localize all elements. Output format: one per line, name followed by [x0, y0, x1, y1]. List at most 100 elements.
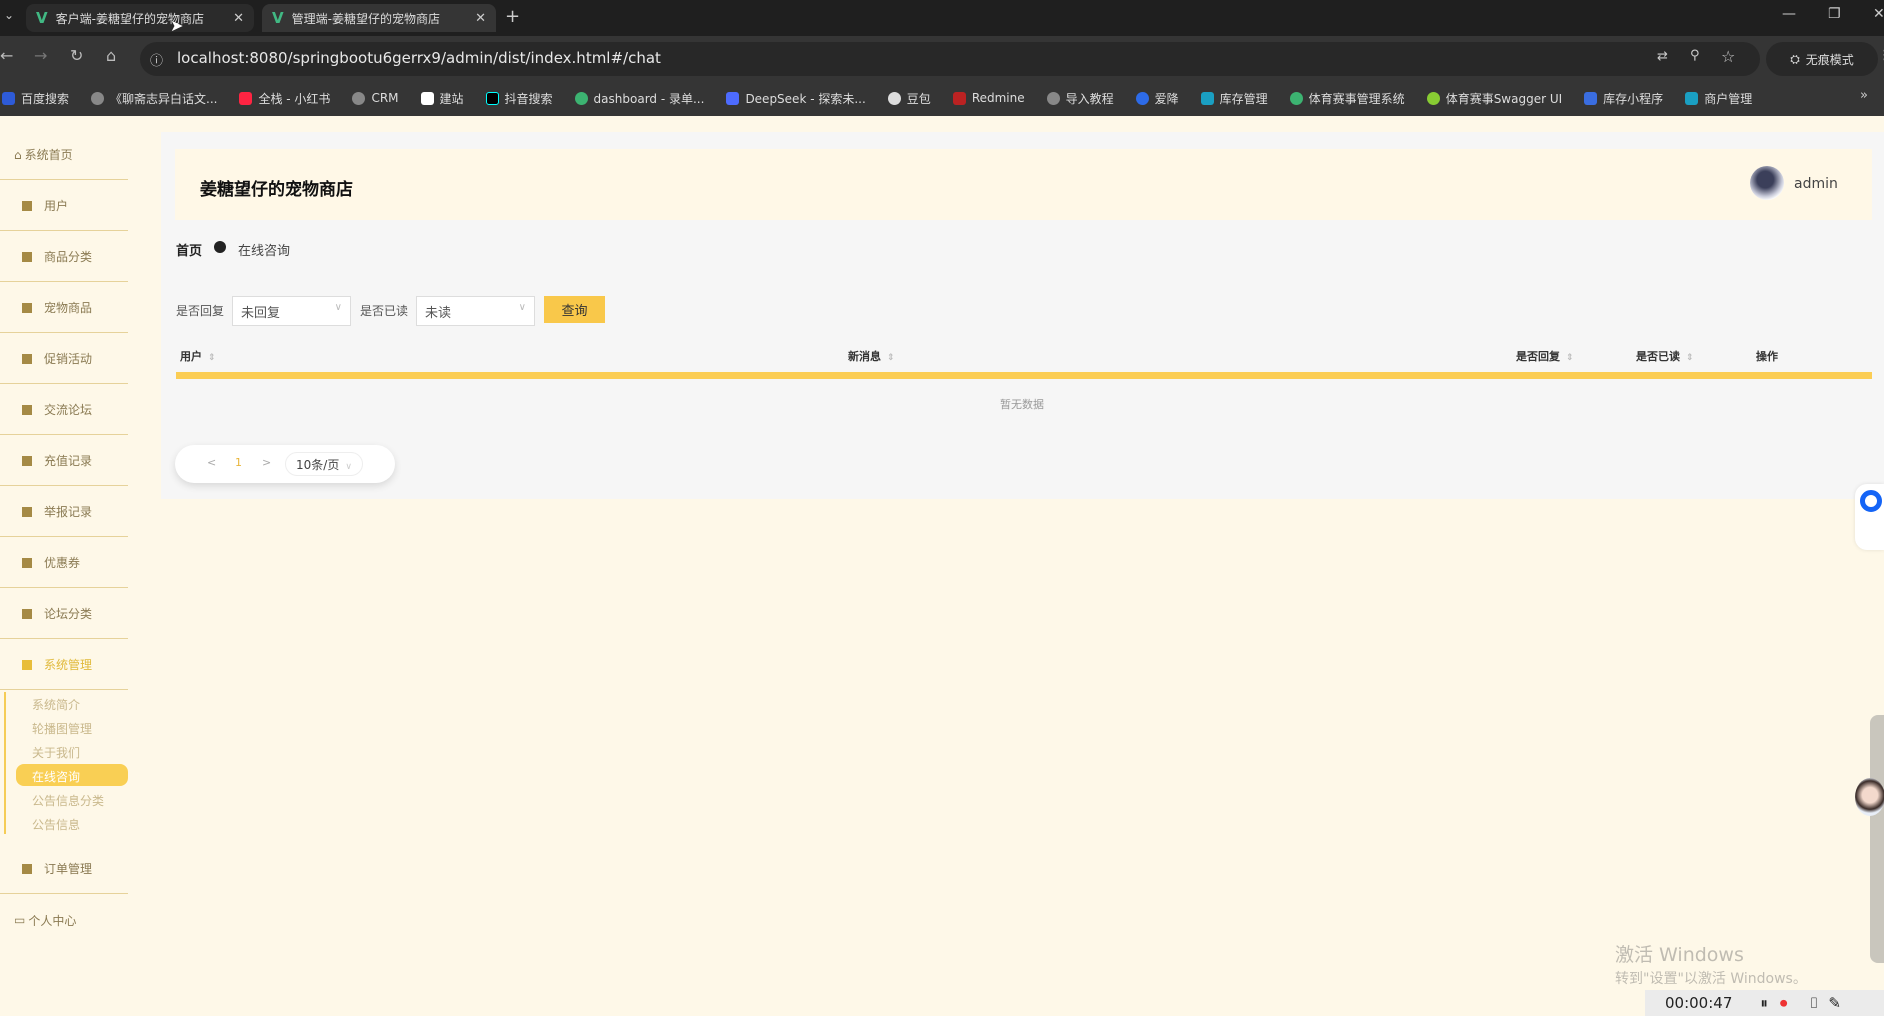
chat-bubble-icon[interactable] [1860, 490, 1882, 512]
submenu-item-about[interactable]: 关于我们 [32, 744, 80, 761]
translate-icon[interactable]: ⇄ [1657, 49, 1668, 64]
site-info-icon[interactable]: ⓘ [150, 50, 163, 69]
sidebar-item-forum[interactable]: 交流论坛 [0, 385, 128, 435]
column-header-replied[interactable]: 是否回复 ⇕ [1516, 348, 1574, 364]
sidebar-item-label: 订单管理 [44, 862, 93, 876]
sort-icon[interactable]: ⇕ [1686, 353, 1694, 363]
bookmark[interactable]: 爱降 [1135, 90, 1179, 107]
assistant-avatar[interactable] [1855, 778, 1884, 816]
sidebar-item-system[interactable]: 系统管理 [0, 640, 128, 690]
bookmark-label: CRM [371, 91, 399, 105]
bookmark-label: 《聊斋志异白话文... [110, 91, 218, 106]
sidebar-item-home[interactable]: ⌂ 系统首页 [0, 130, 128, 180]
bookmark[interactable]: 百度搜索 [2, 90, 69, 107]
column-header-read[interactable]: 是否已读 ⇕ [1636, 348, 1694, 364]
bookmark[interactable]: 商户管理 [1685, 90, 1752, 107]
bookmark[interactable]: 建站 [420, 90, 464, 107]
sidebar-item-product-category[interactable]: 商品分类 [0, 232, 128, 282]
bookmark[interactable]: 抖音搜索 [485, 90, 553, 107]
minimize-button[interactable]: — [1782, 6, 1796, 22]
sidebar-item-label: 充值记录 [44, 454, 93, 468]
pencil-icon[interactable]: ✎ [1828, 994, 1841, 1012]
pause-icon[interactable]: ⏸ [1760, 994, 1768, 1012]
page-number[interactable]: 1 [235, 456, 242, 469]
stop-record-icon[interactable]: ⏺ [1780, 994, 1788, 1012]
browser-tab-admin[interactable]: V 管理端-姜糖望仔的宠物商店 ✕ [262, 4, 496, 32]
bookmark[interactable]: DeepSeek - 探索未... [726, 90, 866, 107]
list-icon [22, 863, 32, 874]
grid-icon [22, 506, 32, 517]
submenu-line [4, 692, 6, 834]
forward-icon[interactable]: → [34, 46, 47, 65]
sort-icon[interactable]: ⇕ [1566, 353, 1574, 363]
page-size-select[interactable]: 10条/页 ∨ [285, 452, 363, 476]
bookmark[interactable]: 库存管理 [1200, 90, 1268, 107]
username[interactable]: admin [1794, 176, 1838, 192]
sidebar-item-label: 论坛分类 [44, 607, 93, 621]
submenu-item-intro[interactable]: 系统简介 [32, 696, 80, 713]
sidebar-item-coupons[interactable]: 优惠券 [0, 538, 128, 588]
new-tab-button[interactable]: + [505, 6, 520, 27]
grid-icon [22, 302, 32, 313]
camera-icon[interactable]: ⌷ [1809, 994, 1818, 1012]
bookmark[interactable]: dashboard - 录单... [574, 90, 705, 107]
menu-icon[interactable]: ⋮ [1878, 48, 1884, 63]
column-header-message[interactable]: 新消息 ⇕ [848, 348, 895, 364]
sidebar-item-promotions[interactable]: 促销活动 [0, 334, 128, 384]
breadcrumb-current: 在线咨询 [238, 244, 291, 259]
vue-icon: V [272, 9, 284, 27]
sidebar-item-reports[interactable]: 举报记录 [0, 487, 128, 537]
bookmark[interactable]: 库存小程序 [1584, 90, 1663, 107]
submenu-item-online-chat[interactable]: 在线咨询 [32, 768, 80, 785]
bookmark[interactable]: Redmine [952, 91, 1025, 105]
browser-tab-client[interactable]: V 客户端-姜糖望仔的宠物商店 ✕ [26, 4, 254, 32]
read-filter-select[interactable]: 未读 ∨ [416, 296, 535, 326]
reply-filter-select[interactable]: 未回复 ∨ [232, 296, 351, 326]
incognito-indicator[interactable]: ⛭ 无痕模式 [1766, 42, 1878, 76]
side-toolbar[interactable] [1870, 715, 1884, 963]
bookmark-label: 库存小程序 [1603, 91, 1664, 106]
bookmark[interactable]: CRM [352, 91, 399, 105]
breadcrumb-home[interactable]: 首页 [176, 240, 202, 259]
sidebar-item-orders[interactable]: 订单管理 [0, 844, 128, 894]
restore-button[interactable]: ❐ [1828, 6, 1841, 22]
incognito-label: 无痕模式 [1805, 52, 1854, 67]
close-window-button[interactable]: ✕ [1873, 6, 1884, 22]
column-header-user[interactable]: 用户 ⇕ [180, 348, 216, 364]
submenu-item-notice-category[interactable]: 公告信息分类 [32, 792, 104, 809]
reload-icon[interactable]: ↻ [70, 46, 83, 65]
next-page-button[interactable]: > [262, 456, 271, 469]
sidebar-item-pet-products[interactable]: 宠物商品 [0, 283, 128, 333]
sidebar-item-profile[interactable]: ▭ 个人中心 [0, 895, 128, 945]
sidebar-item-forum-category[interactable]: 论坛分类 [0, 589, 128, 639]
submenu-item-notices[interactable]: 公告信息 [32, 816, 80, 833]
bookmark-icon [1200, 91, 1214, 105]
sort-icon[interactable]: ⇕ [208, 353, 216, 363]
tab-list-chevron-icon[interactable]: ⌄ [4, 8, 14, 22]
submenu-item-carousel[interactable]: 轮播图管理 [32, 720, 92, 737]
sidebar-item-recharge[interactable]: 充值记录 [0, 436, 128, 486]
close-tab-icon[interactable]: ✕ [233, 11, 244, 26]
bookmark[interactable]: 体育赛事Swagger UI [1426, 90, 1562, 107]
bookmark[interactable]: 豆包 [887, 90, 931, 107]
prev-page-button[interactable]: < [207, 456, 216, 469]
bookmark-label: dashboard - 录单... [593, 91, 705, 106]
zoom-icon[interactable]: ⚲ [1690, 48, 1700, 63]
deepseek-icon [726, 91, 740, 105]
back-icon[interactable]: ← [0, 46, 13, 65]
bookmark[interactable]: 全栈 - 小红书 [239, 90, 330, 107]
bookmark-star-icon[interactable]: ☆ [1721, 47, 1735, 66]
avatar[interactable] [1750, 166, 1784, 200]
sidebar-item-users[interactable]: 用户 [0, 181, 128, 231]
bookmark[interactable]: 导入教程 [1046, 90, 1114, 107]
bookmark-label: DeepSeek - 探索未... [745, 91, 866, 106]
bookmark[interactable]: 《聊斋志异白话文... [91, 90, 217, 107]
close-tab-icon[interactable]: ✕ [475, 11, 486, 26]
url-text[interactable]: localhost:8080/springbootu6gerrx9/admin/… [177, 49, 661, 67]
home-icon[interactable]: ⌂ [106, 46, 116, 65]
chevron-down-icon: ∨ [518, 302, 526, 313]
more-bookmarks-icon[interactable]: » [1860, 88, 1868, 103]
query-button[interactable]: 查询 [544, 296, 605, 323]
bookmark[interactable]: 体育赛事管理系统 [1289, 90, 1405, 107]
sort-icon[interactable]: ⇕ [887, 353, 895, 363]
